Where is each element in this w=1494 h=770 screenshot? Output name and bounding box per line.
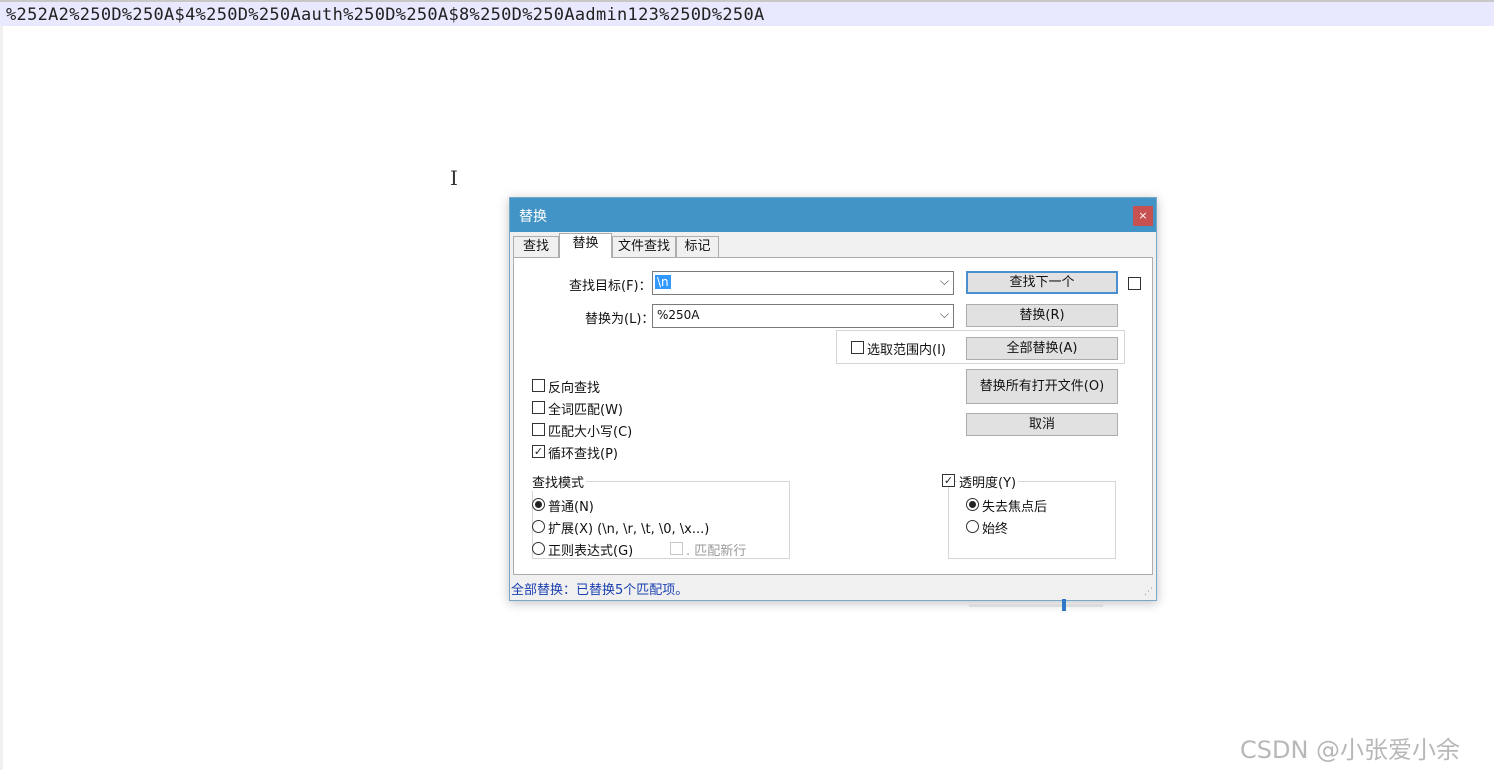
replace-input[interactable]: %250A [657, 308, 700, 322]
find-next-option-checkbox[interactable] [1128, 277, 1141, 290]
mode-regex-label: 正则表达式(G) [548, 544, 634, 559]
backward-checkbox[interactable] [532, 379, 545, 392]
current-line-highlight: %252A2%250D%250A$4%250D%250Aauth%250D%25… [0, 0, 1494, 26]
mode-extended-radio[interactable] [532, 520, 545, 533]
match-case-label: 匹配大小写(C) [548, 425, 633, 440]
transparency-slider-thumb[interactable] [1062, 599, 1066, 611]
chevron-down-icon[interactable]: ⌵ [940, 307, 949, 322]
mode-normal-label: 普通(N) [548, 500, 594, 515]
close-icon[interactable]: × [1133, 206, 1153, 226]
mode-extended-label: 扩展(X) (\n, \r, \t, \0, \x...) [548, 522, 710, 537]
wrap-around-label: 循环查找(P) [548, 447, 618, 462]
transparency-slider-track[interactable] [969, 604, 1103, 607]
transparency-always-radio[interactable] [966, 520, 979, 533]
dialog-titlebar[interactable]: 替换 × [510, 198, 1156, 232]
editor-line-text[interactable]: %252A2%250D%250A$4%250D%250Aauth%250D%25… [6, 5, 765, 25]
in-selection-label: 选取范围内(I) [867, 343, 946, 358]
wrap-around-checkbox[interactable]: ✓ [532, 445, 545, 458]
tab-mark[interactable]: 标记 [676, 236, 719, 257]
find-label: 查找目标(F)： [569, 279, 652, 294]
cancel-button[interactable]: 取消 [966, 413, 1118, 436]
transparency-checkbox[interactable]: ✓ [942, 474, 955, 487]
whole-word-label: 全词匹配(W) [548, 403, 623, 418]
find-input[interactable]: \n [655, 275, 671, 289]
replace-dialog: 替换 × 查找 替换 文件查找 标记 查找目标(F)： \n ⌵ 替换为(L)：… [509, 197, 1157, 611]
tab-find-in-files[interactable]: 文件查找 [612, 236, 676, 257]
replace-all-open-files-button[interactable]: 替换所有打开文件(O) [966, 369, 1118, 404]
tab-replace[interactable]: 替换 [559, 233, 612, 258]
match-case-checkbox[interactable] [532, 423, 545, 436]
replace-panel: 查找目标(F)： \n ⌵ 替换为(L)： %250A ⌵ 查找下一个 替换(R… [513, 257, 1153, 611]
dot-newline-label: . 匹配新行 [686, 544, 747, 559]
transparency-label: 透明度(Y) [957, 472, 1019, 491]
in-selection-checkbox[interactable] [851, 341, 864, 354]
tab-find[interactable]: 查找 [513, 236, 559, 257]
dialog-title: 替换 [519, 209, 547, 225]
mode-regex-radio[interactable] [532, 542, 545, 555]
search-mode-title: 查找模式 [530, 472, 587, 491]
transparency-lose-focus-radio[interactable] [966, 498, 979, 511]
whole-word-checkbox[interactable] [532, 401, 545, 414]
dot-newline-checkbox[interactable] [670, 542, 683, 555]
find-next-button[interactable]: 查找下一个 [966, 271, 1118, 294]
editor-margin [0, 26, 3, 770]
replace-all-button[interactable]: 全部替换(A) [966, 337, 1118, 360]
transparency-always-label: 始终 [982, 522, 1009, 537]
backward-label: 反向查找 [548, 381, 601, 396]
chevron-down-icon[interactable]: ⌵ [940, 274, 949, 289]
replace-combobox[interactable]: %250A ⌵ [652, 304, 954, 328]
status-message: 全部替换：已替换5个匹配项。 [511, 583, 689, 598]
find-combobox[interactable]: \n ⌵ [652, 271, 954, 295]
resize-grip-icon[interactable]: ⋰ [1144, 587, 1153, 597]
text-cursor-icon: I [450, 166, 458, 190]
watermark: CSDN @小张爱小余 [1240, 736, 1461, 764]
replace-label: 替换为(L)： [585, 312, 655, 327]
mode-normal-radio[interactable] [532, 498, 545, 511]
transparency-lose-focus-label: 失去焦点后 [982, 500, 1048, 515]
replace-button[interactable]: 替换(R) [966, 304, 1118, 327]
